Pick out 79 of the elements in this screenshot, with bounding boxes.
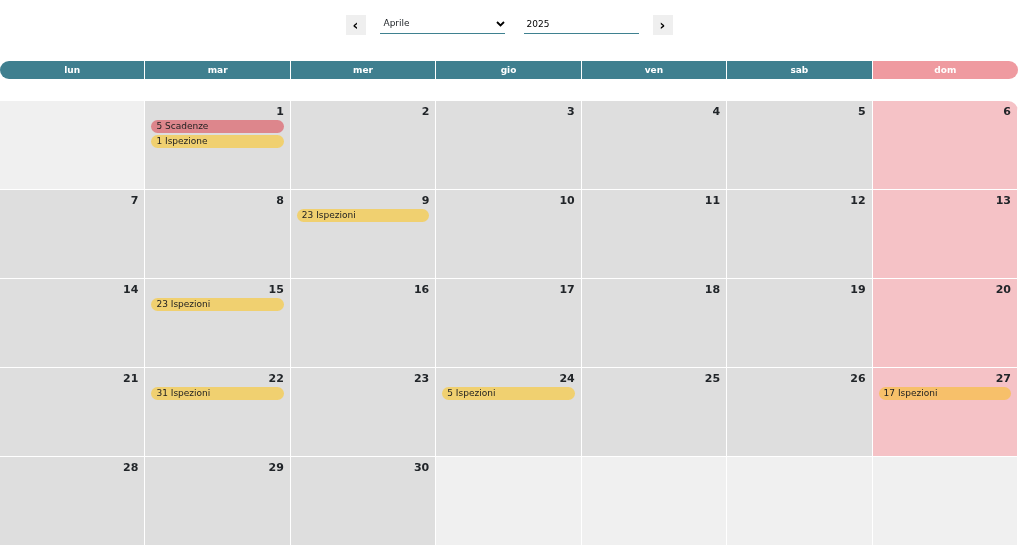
day-cell[interactable]: 4: [581, 101, 728, 190]
day-cell[interactable]: 3: [436, 101, 582, 190]
day-cell[interactable]: 6: [872, 101, 1018, 190]
day-cell[interactable]: 24 5 Ispezioni: [436, 368, 582, 457]
weekday-header: dom: [872, 61, 1018, 79]
day-number: 27: [994, 372, 1011, 385]
chevron-down-icon: [495, 21, 505, 27]
event-pill[interactable]: 23 Ispezioni: [296, 209, 430, 222]
day-cell[interactable]: 25: [581, 368, 728, 457]
event-pill[interactable]: 31 Ispezioni: [151, 387, 284, 400]
day-number: 26: [849, 372, 866, 385]
day-number: 12: [849, 194, 866, 207]
day-number: 16: [412, 283, 430, 296]
day-number: 5: [856, 105, 866, 118]
day-cell[interactable]: 19: [727, 279, 873, 368]
day-cell[interactable]: 18: [581, 279, 728, 368]
day-cell[interactable]: 30: [290, 457, 437, 546]
day-number: 6: [1002, 105, 1011, 118]
day-cell[interactable]: 10: [436, 190, 582, 279]
day-number: 10: [558, 194, 575, 207]
day-number: 18: [703, 283, 721, 296]
day-number: 4: [711, 105, 721, 118]
day-cell[interactable]: 5: [727, 101, 873, 190]
day-number: 23: [412, 372, 430, 385]
day-cell[interactable]: 12: [727, 190, 873, 279]
day-cell[interactable]: 27 17 Ispezioni: [872, 368, 1018, 457]
day-cell[interactable]: 29: [145, 457, 291, 546]
day-cell[interactable]: 15 23 Ispezioni: [145, 279, 291, 368]
event-pill[interactable]: 1 Ispezione: [151, 135, 284, 148]
day-number: 7: [129, 194, 139, 207]
day-number: 24: [558, 372, 575, 385]
day-cell[interactable]: 21: [0, 368, 146, 457]
day-number: 11: [703, 194, 721, 207]
event-pill[interactable]: 5 Ispezioni: [442, 387, 575, 400]
day-number: 28: [122, 461, 139, 474]
event-pill[interactable]: 17 Ispezioni: [878, 387, 1011, 400]
weekday-header: gio: [436, 61, 582, 79]
day-cell[interactable]: 16: [290, 279, 437, 368]
day-number: 17: [558, 283, 575, 296]
previous-button[interactable]: ‹: [345, 14, 366, 35]
day-cell[interactable]: 9 23 Ispezioni: [290, 190, 437, 279]
day-cell[interactable]: 2: [290, 101, 437, 190]
year-field[interactable]: 2025: [523, 15, 639, 34]
day-number: 14: [122, 283, 139, 296]
day-number: 30: [412, 461, 430, 474]
event-pill[interactable]: 5 Scadenze: [151, 120, 284, 133]
weekday-header: mer: [290, 61, 437, 79]
next-button[interactable]: ›: [652, 14, 673, 35]
day-number: 21: [122, 372, 139, 385]
day-cell[interactable]: 17: [436, 279, 582, 368]
day-cell[interactable]: 1 5 Scadenze 1 Ispezione: [145, 101, 291, 190]
day-number: 8: [275, 194, 284, 207]
weekday-header: mar: [145, 61, 291, 79]
day-number: 25: [703, 372, 721, 385]
day-cell[interactable]: 14: [0, 279, 146, 368]
day-cell[interactable]: 11: [581, 190, 728, 279]
day-cell[interactable]: 20: [872, 279, 1018, 368]
weekday-header: lun: [0, 61, 146, 79]
day-cell[interactable]: 13: [872, 190, 1018, 279]
day-number: 9: [420, 194, 430, 207]
day-number: 22: [267, 372, 284, 385]
day-number: 29: [267, 461, 284, 474]
day-number: 15: [267, 283, 284, 296]
day-number: 20: [994, 283, 1011, 296]
weekday-header: sab: [727, 61, 873, 79]
weekday-header: ven: [581, 61, 728, 79]
day-cell[interactable]: 8: [145, 190, 291, 279]
day-number: 2: [420, 105, 430, 118]
day-number: 3: [566, 105, 575, 118]
day-cell[interactable]: 28: [0, 457, 146, 546]
day-number: 13: [994, 194, 1011, 207]
day-number: 19: [849, 283, 866, 296]
event-pill[interactable]: 23 Ispezioni: [151, 298, 284, 311]
month-select[interactable]: Aprile: [379, 15, 505, 34]
day-cell[interactable]: 26: [727, 368, 873, 457]
day-cell[interactable]: 22 31 Ispezioni: [145, 368, 291, 457]
day-cell[interactable]: 23: [290, 368, 437, 457]
day-number: 1: [275, 105, 284, 118]
day-cell[interactable]: 7: [0, 190, 146, 279]
